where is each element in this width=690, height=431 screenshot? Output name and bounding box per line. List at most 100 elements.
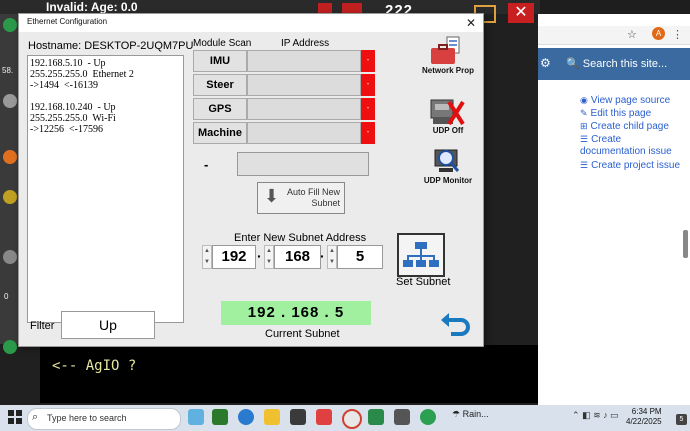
current-subnet-label: Current Subnet — [265, 328, 340, 340]
edit-page-link[interactable]: ✎ Edit this page — [580, 107, 651, 120]
app-icon[interactable] — [316, 409, 332, 425]
chrome-icon[interactable] — [342, 409, 362, 429]
module-status-gps: - — [361, 98, 375, 120]
octet-2-stepper[interactable]: ▲ ▼ — [264, 245, 274, 269]
list-icon: ☰ — [580, 134, 589, 144]
udp-monitor-label: UDP Monitor — [423, 176, 473, 185]
rain-icon: ☂ — [452, 409, 461, 419]
module-scan-header: Module Scan — [193, 38, 252, 49]
weather-widget[interactable]: ☂ Rain... — [452, 409, 489, 420]
left-value: 0 — [4, 292, 9, 301]
auto-fill-subnet-button[interactable]: ⬇ Auto Fill New Subnet — [257, 182, 345, 214]
wrench-icon[interactable] — [3, 94, 17, 108]
module-ip — [247, 98, 361, 120]
module-ip — [247, 50, 361, 72]
taskbar-search-placeholder: Type here to search — [47, 413, 127, 423]
add-page-icon: ⊞ — [580, 121, 588, 131]
udp-monitor-button[interactable]: UDP Monitor — [417, 146, 479, 194]
gear-icon[interactable] — [394, 409, 410, 425]
interface-line: ->1494 <-16139 — [30, 80, 98, 91]
create-doc-issue-link-cont[interactable]: documentation issue — [580, 146, 672, 158]
list-icon: ☰ — [580, 160, 589, 170]
octet-1-stepper[interactable]: ▲ ▼ — [202, 245, 212, 269]
set-subnet-button[interactable] — [397, 233, 445, 277]
file-explorer-icon[interactable] — [264, 409, 280, 425]
map-pin-icon[interactable] — [420, 409, 436, 425]
create-project-issue-link[interactable]: ☰ Create project issue — [580, 159, 680, 172]
module-label: IMU — [193, 50, 247, 72]
widgets-icon[interactable] — [212, 409, 228, 425]
dialog-title: Ethernet Configuration — [27, 17, 108, 26]
store-icon[interactable] — [290, 409, 306, 425]
create-child-page-link[interactable]: ⊞ Create child page — [580, 120, 669, 133]
module-row-machine: Machine — [193, 122, 361, 144]
network-prop-button[interactable]: Network Prop — [417, 34, 479, 86]
ethernet-config-dialog: Ethernet Configuration ✕ Hostname: DESKT… — [18, 13, 484, 347]
triangle-icon[interactable] — [3, 250, 17, 264]
interface-line: 192.168.5.10 - Up — [30, 58, 106, 69]
gear-icon[interactable] — [3, 150, 17, 164]
site-search-input[interactable]: 🔍 Search this site... — [566, 57, 667, 70]
agopengps-icon[interactable] — [368, 409, 384, 425]
dialog-close-button[interactable]: ✕ — [461, 15, 481, 31]
module-label: Machine — [193, 122, 247, 144]
udp-off-button[interactable]: UDP Off — [417, 92, 479, 146]
back-arrow-icon[interactable] — [439, 310, 471, 338]
star-icon[interactable]: ☆ — [627, 28, 637, 41]
interface-line: 192.168.10.240 - Up — [30, 102, 116, 113]
edge-icon[interactable] — [238, 409, 254, 425]
clock-date: 4/22/2025 — [626, 417, 662, 426]
tool-icon[interactable] — [3, 340, 17, 354]
system-tray[interactable]: ⌃ ◧ ≋ ♪ ▭ — [572, 410, 619, 421]
clock[interactable]: 6:34 PM 4/22/2025 — [626, 407, 662, 427]
enter-subnet-label: Enter New Subnet Address — [234, 232, 367, 244]
browser-toolbar — [538, 26, 690, 45]
wifi-icon: ≋ — [593, 410, 601, 420]
filter-button[interactable]: Up — [61, 311, 155, 339]
octet-2-input[interactable]: 168 — [274, 245, 321, 269]
console-panel — [40, 345, 540, 403]
search-placeholder: Search this site... — [582, 58, 668, 70]
search-icon: 🔍 — [566, 58, 580, 70]
console-text: <-- AgIO ? — [52, 358, 137, 374]
app-close-button[interactable]: ✕ — [508, 3, 534, 23]
left-tool-strip — [0, 14, 18, 354]
auto-fill-label: Auto Fill New Subnet — [286, 187, 340, 208]
extensions-icon[interactable]: ⋮ — [672, 28, 683, 41]
battery-icon: ▭ — [610, 410, 619, 420]
create-doc-issue-link[interactable]: ☰ Create — [580, 133, 621, 146]
windows-start-icon[interactable] — [8, 410, 22, 424]
gear-icon[interactable]: ⚙ — [540, 56, 551, 70]
module-ip — [247, 74, 361, 96]
network-briefcase-icon — [431, 36, 460, 64]
interface-list: 192.168.5.10 - Up 255.255.255.0 Ethernet… — [27, 55, 184, 323]
octet-1-input[interactable]: 192 — [212, 245, 256, 269]
set-subnet-label: Set Subnet — [396, 276, 451, 288]
module-label: Steer — [193, 74, 247, 96]
interface-line: 255.255.255.0 Ethernet 2 — [30, 69, 134, 80]
avatar[interactable]: A — [652, 27, 665, 40]
interface-line: 255.255.255.0 Wi-Fi — [30, 113, 116, 124]
age-status-text: Invalid: Age: 0.0 — [46, 0, 138, 14]
task-view-icon[interactable] — [188, 409, 204, 425]
tool-icon[interactable] — [3, 18, 17, 32]
hostname-label: Hostname: DESKTOP-2UQM7PU — [28, 40, 194, 52]
view-page-source-link[interactable]: ◉ View page source — [580, 94, 670, 107]
field-icon[interactable] — [3, 190, 17, 204]
down-arrow-icon: ⬇ — [264, 186, 280, 206]
clock-time: 6:34 PM — [631, 407, 662, 416]
ip-address-header: IP Address — [281, 38, 330, 49]
udp-monitor-icon — [434, 149, 460, 172]
interface-line: ->12256 <-17596 — [30, 124, 103, 135]
octet-separator: · — [257, 248, 262, 264]
scrollbar[interactable] — [683, 230, 688, 258]
left-value: 58. — [2, 66, 14, 75]
octet-separator: · — [320, 248, 325, 264]
octet-3-stepper[interactable]: ▲ ▼ — [327, 245, 337, 269]
octet-3-input[interactable]: 5 — [337, 245, 383, 269]
module-status-machine: - — [361, 122, 375, 144]
network-prop-label: Network Prop — [421, 66, 474, 75]
notification-badge[interactable]: 5 — [676, 414, 687, 425]
module-status-steer: - — [361, 74, 375, 96]
current-subnet-display: 192 . 168 . 5 — [221, 301, 371, 325]
